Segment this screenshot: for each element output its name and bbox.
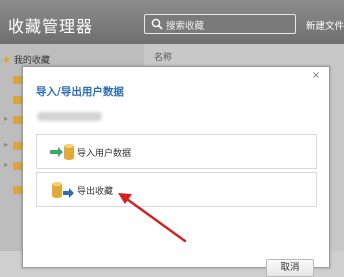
- annotation-arrow: [118, 193, 187, 243]
- cancel-button[interactable]: 取消: [266, 259, 314, 277]
